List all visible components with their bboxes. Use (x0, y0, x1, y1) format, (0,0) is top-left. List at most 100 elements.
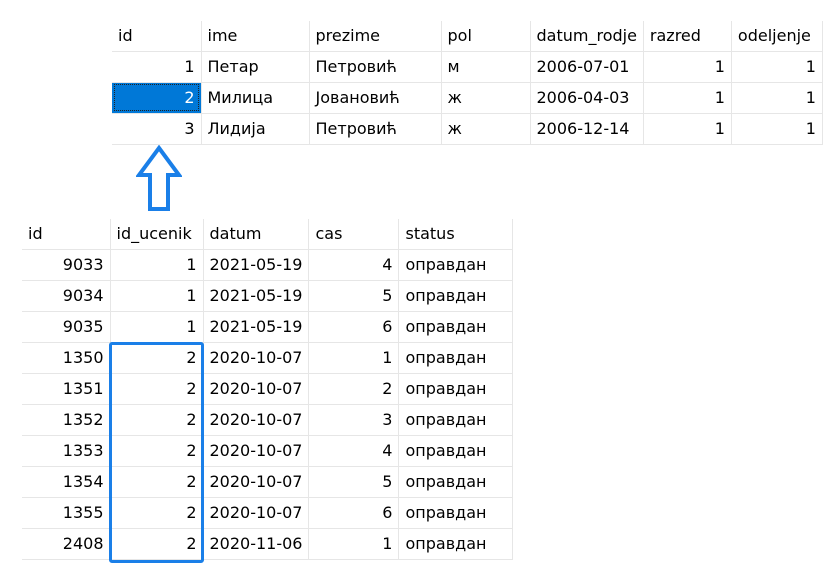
column-header-datum[interactable]: datum (203, 219, 310, 250)
cell-status[interactable]: оправдан (398, 373, 514, 405)
up-arrow-outline-icon (136, 145, 182, 211)
cell-datum[interactable]: 2020-10-07 (203, 435, 310, 467)
cell-datum[interactable]: 2020-10-07 (203, 342, 310, 374)
cell-prezime[interactable]: Петровић (309, 51, 442, 83)
cell-pol[interactable]: ж (441, 113, 531, 145)
cell-razred[interactable]: 1 (643, 51, 732, 83)
cell-datum[interactable]: 2020-10-07 (203, 404, 310, 436)
cell-id-ucenik[interactable]: 2 (110, 404, 204, 436)
cell-datum-rodje[interactable]: 2006-04-03 (530, 82, 644, 114)
column-header-razred[interactable]: razred (643, 21, 732, 52)
cell-pol[interactable]: м (441, 51, 531, 83)
cell-status[interactable]: оправдан (398, 342, 514, 374)
table-row[interactable]: 1350 2 2020-10-07 1 оправдан (22, 342, 514, 374)
column-header-prezime[interactable]: prezime (309, 21, 442, 52)
cell-id-ucenik[interactable]: 2 (110, 342, 204, 374)
cell-ime[interactable]: Петар (201, 51, 310, 83)
cell-id[interactable]: 3 (112, 113, 202, 145)
cell-status[interactable]: оправдан (398, 249, 514, 281)
cell-razred[interactable]: 1 (643, 82, 732, 114)
cell-cas[interactable]: 1 (308, 528, 400, 560)
cell-cas[interactable]: 4 (308, 249, 400, 281)
cell-pol[interactable]: ж (441, 82, 531, 114)
cell-id-ucenik[interactable]: 2 (110, 528, 204, 560)
cell-id-ucenik[interactable]: 1 (110, 280, 204, 312)
students-header-row: id ime prezime pol datum_rodje razred od… (112, 21, 823, 52)
table-row[interactable]: 1353 2 2020-10-07 4 оправдан (22, 435, 514, 467)
cell-datum[interactable]: 2021-05-19 (203, 249, 310, 281)
cell-status[interactable]: оправдан (398, 435, 514, 467)
cell-cas[interactable]: 6 (308, 311, 400, 343)
cell-ime[interactable]: Лидија (201, 113, 310, 145)
cell-datum[interactable]: 2021-05-19 (203, 311, 310, 343)
cell-datum[interactable]: 2020-10-07 (203, 373, 310, 405)
cell-id[interactable]: 1351 (22, 373, 111, 405)
cell-id-ucenik[interactable]: 2 (110, 435, 204, 467)
column-header-ime[interactable]: ime (201, 21, 310, 52)
cell-datum[interactable]: 2020-10-07 (203, 497, 310, 529)
cell-id[interactable]: 1350 (22, 342, 111, 374)
cell-id[interactable]: 2408 (22, 528, 111, 560)
cell-id-ucenik[interactable]: 1 (110, 249, 204, 281)
cell-odeljenje[interactable]: 1 (731, 113, 823, 145)
cell-cas[interactable]: 3 (308, 404, 400, 436)
table-row[interactable]: 1355 2 2020-10-07 6 оправдан (22, 497, 514, 529)
table-row[interactable]: 1354 2 2020-10-07 5 оправдан (22, 466, 514, 498)
cell-datum[interactable]: 2021-05-19 (203, 280, 310, 312)
table-row[interactable]: 9035 1 2021-05-19 6 оправдан (22, 311, 514, 343)
column-header-id[interactable]: id (22, 219, 111, 250)
cell-status[interactable]: оправдан (398, 311, 514, 343)
cell-datum-rodje[interactable]: 2006-07-01 (530, 51, 644, 83)
absences-table: id id_ucenik datum cas status 9033 1 2021-… (22, 219, 514, 560)
cell-status[interactable]: оправдан (398, 528, 514, 560)
selected-cell-id[interactable]: 2 (112, 82, 202, 114)
cell-id[interactable]: 9034 (22, 280, 111, 312)
cell-cas[interactable]: 4 (308, 435, 400, 467)
column-header-status[interactable]: status (398, 219, 514, 250)
cell-status[interactable]: оправдан (398, 466, 514, 498)
cell-razred[interactable]: 1 (643, 113, 732, 145)
cell-status[interactable]: оправдан (398, 280, 514, 312)
table-row[interactable]: 1 Петар Петровић м 2006-07-01 1 1 (112, 51, 823, 83)
cell-id-ucenik[interactable]: 1 (110, 311, 204, 343)
cell-cas[interactable]: 5 (308, 280, 400, 312)
cell-id[interactable]: 1353 (22, 435, 111, 467)
cell-id[interactable]: 1355 (22, 497, 111, 529)
cell-id[interactable]: 1 (112, 51, 202, 83)
cell-odeljenje[interactable]: 1 (731, 51, 823, 83)
cell-cas[interactable]: 2 (308, 373, 400, 405)
cell-odeljenje[interactable]: 1 (731, 82, 823, 114)
cell-id-ucenik[interactable]: 2 (110, 466, 204, 498)
cell-id[interactable]: 1354 (22, 466, 111, 498)
cell-datum[interactable]: 2020-11-06 (203, 528, 310, 560)
column-header-id-ucenik[interactable]: id_ucenik (110, 219, 204, 250)
cell-datum[interactable]: 2020-10-07 (203, 466, 310, 498)
cell-id[interactable]: 9035 (22, 311, 111, 343)
cell-cas[interactable]: 1 (308, 342, 400, 374)
cell-id-ucenik[interactable]: 2 (110, 497, 204, 529)
column-header-id[interactable]: id (112, 21, 202, 52)
column-header-pol[interactable]: pol (441, 21, 531, 52)
column-header-cas[interactable]: cas (308, 219, 400, 250)
column-header-odeljenje[interactable]: odeljenje (731, 21, 823, 52)
cell-id[interactable]: 9033 (22, 249, 111, 281)
cell-prezime[interactable]: Јовановић (309, 82, 442, 114)
cell-datum-rodje[interactable]: 2006-12-14 (530, 113, 644, 145)
cell-status[interactable]: оправдан (398, 497, 514, 529)
absences-header-row: id id_ucenik datum cas status (22, 219, 514, 250)
table-row[interactable]: 2408 2 2020-11-06 1 оправдан (22, 528, 514, 560)
cell-ime[interactable]: Милица (201, 82, 310, 114)
cell-cas[interactable]: 6 (308, 497, 400, 529)
table-row[interactable]: 3 Лидија Петровић ж 2006-12-14 1 1 (112, 113, 823, 145)
cell-id[interactable]: 1352 (22, 404, 111, 436)
table-row[interactable]: 1351 2 2020-10-07 2 оправдан (22, 373, 514, 405)
table-row[interactable]: 1352 2 2020-10-07 3 оправдан (22, 404, 514, 436)
cell-id-ucenik[interactable]: 2 (110, 373, 204, 405)
column-header-datum-rodje[interactable]: datum_rodje (530, 21, 644, 52)
table-row[interactable]: 9033 1 2021-05-19 4 оправдан (22, 249, 514, 281)
table-row[interactable]: 2 Милица Јовановић ж 2006-04-03 1 1 (112, 82, 823, 114)
table-row[interactable]: 9034 1 2021-05-19 5 оправдан (22, 280, 514, 312)
cell-prezime[interactable]: Петровић (309, 113, 442, 145)
cell-status[interactable]: оправдан (398, 404, 514, 436)
cell-cas[interactable]: 5 (308, 466, 400, 498)
